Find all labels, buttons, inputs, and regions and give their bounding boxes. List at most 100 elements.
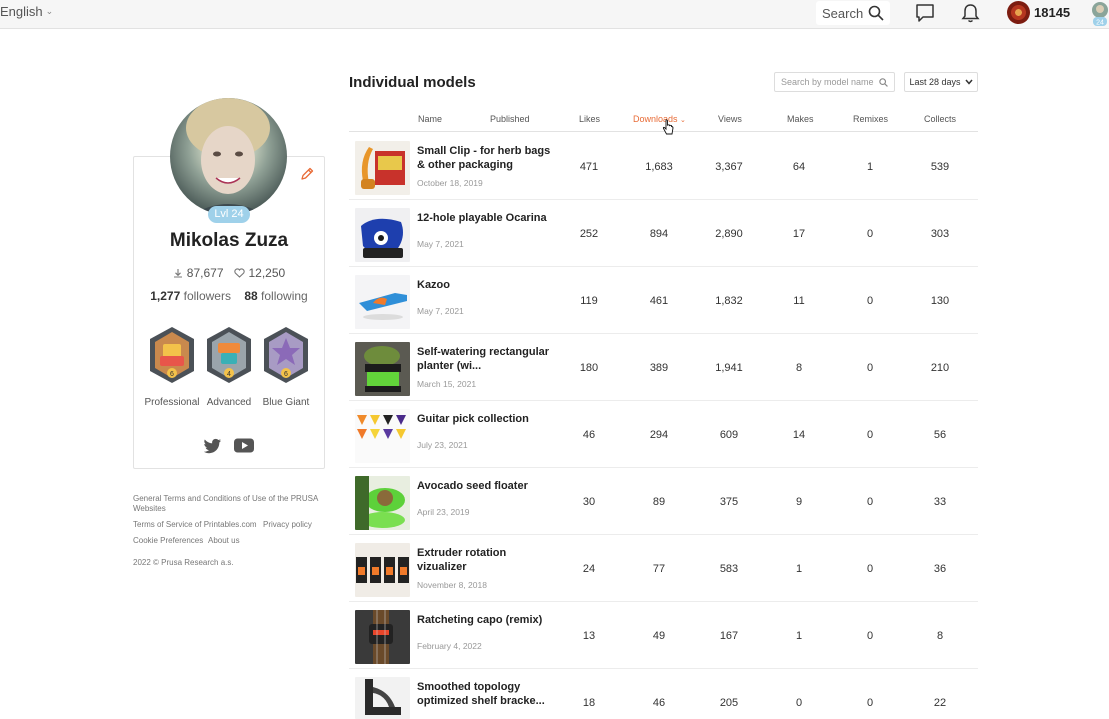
remixes-cell: 0 — [866, 630, 874, 642]
likes-cell: 30 — [582, 496, 596, 508]
table-row[interactable]: Guitar pick collection July 23, 2021 46 … — [349, 401, 978, 468]
search-label: Search — [822, 5, 864, 21]
edit-pencil-icon[interactable] — [300, 167, 314, 181]
date-range-dropdown[interactable]: Last 28 days — [904, 72, 978, 92]
published-date: May 7, 2021 — [417, 239, 464, 249]
model-thumbnail[interactable] — [355, 409, 410, 463]
table-row[interactable]: Ratcheting capo (remix) February 4, 2022… — [349, 602, 978, 669]
table-row[interactable]: Extruder rotation vizualizer November 8,… — [349, 535, 978, 602]
model-search-input[interactable]: Search by model name — [774, 72, 895, 92]
model-thumbnail[interactable] — [355, 208, 410, 262]
model-name-link[interactable]: Smoothed topology optimized shelf bracke… — [417, 680, 557, 708]
youtube-icon[interactable] — [234, 438, 254, 453]
collects-cell: 33 — [933, 496, 947, 508]
downloads-cell: 77 — [652, 563, 666, 575]
views-cell: 1,941 — [715, 362, 743, 374]
column-makes[interactable]: Makes — [787, 114, 814, 124]
model-name-link[interactable]: Extruder rotation vizualizer — [417, 546, 557, 574]
makes-cell: 14 — [792, 429, 806, 441]
cookie-preferences-link[interactable]: Cookie Preferences — [133, 536, 203, 546]
published-date: March 15, 2021 — [417, 379, 477, 389]
model-thumbnail[interactable] — [355, 342, 410, 396]
mini-level-text: 24 — [1096, 20, 1104, 27]
column-name[interactable]: Name — [418, 114, 442, 124]
model-thumbnail[interactable] — [355, 543, 410, 597]
profile-stats: 87,677 12,250 — [133, 266, 325, 280]
column-views[interactable]: Views — [718, 114, 742, 124]
table-row[interactable]: Avocado seed floater April 23, 2019 30 8… — [349, 468, 978, 535]
makes-cell: 8 — [795, 362, 803, 374]
column-published[interactable]: Published — [490, 114, 530, 124]
published-date: April 23, 2019 — [417, 507, 470, 517]
table-row[interactable]: Kazoo May 7, 2021 119 461 1,832 11 0 130 — [349, 267, 978, 334]
published-date: July 23, 2021 — [417, 440, 468, 450]
column-remixes[interactable]: Remixes — [853, 114, 888, 124]
user-avatar[interactable] — [1007, 1, 1030, 24]
profile-avatar — [170, 98, 287, 215]
remixes-cell: 0 — [866, 295, 874, 307]
likes-cell: 180 — [579, 362, 599, 374]
downloads-cell: 294 — [649, 429, 669, 441]
column-collects[interactable]: Collects — [924, 114, 956, 124]
user-level-avatar[interactable]: 24 — [1091, 1, 1109, 27]
makes-cell: 1 — [795, 630, 803, 642]
model-name-link[interactable]: Ratcheting capo (remix) — [417, 613, 557, 627]
search-icon — [868, 5, 884, 21]
likes-cell: 24 — [582, 563, 596, 575]
global-search-button[interactable]: Search — [816, 1, 890, 25]
points-counter: 18145 — [1034, 5, 1071, 20]
likes-cell: 18 — [582, 697, 596, 709]
copyright-text: 2022 © Prusa Research a.s. — [133, 558, 234, 567]
followers-link[interactable]: 1,277 followers — [150, 289, 231, 303]
published-date: February 4, 2022 — [417, 641, 482, 651]
heart-icon — [233, 268, 245, 278]
likes-cell: 119 — [580, 295, 598, 307]
badge-advanced-icon[interactable]: 4 — [205, 326, 253, 384]
following-link[interactable]: 88 following — [244, 289, 307, 303]
model-name-link[interactable]: Small Clip - for herb bags & other packa… — [417, 144, 557, 172]
about-link[interactable]: About us — [208, 536, 240, 546]
privacy-link[interactable]: Privacy policy — [263, 520, 312, 530]
published-date: October 18, 2019 — [417, 178, 483, 188]
table-row[interactable]: Smoothed topology optimized shelf bracke… — [349, 669, 978, 719]
remixes-cell: 1 — [866, 161, 874, 173]
twitter-icon[interactable] — [204, 438, 222, 454]
remixes-cell: 0 — [866, 563, 874, 575]
search-placeholder: Search by model name — [781, 77, 874, 87]
model-thumbnail[interactable] — [355, 476, 410, 530]
model-name-link[interactable]: Avocado seed floater — [417, 479, 557, 493]
model-thumbnail[interactable] — [355, 141, 410, 195]
likes-cell: 252 — [579, 228, 599, 240]
search-icon — [879, 77, 888, 87]
model-name-link[interactable]: 12-hole playable Ocarina — [417, 211, 557, 225]
table-row[interactable]: Small Clip - for herb bags & other packa… — [349, 133, 978, 200]
likes-count: 12,250 — [248, 266, 286, 280]
language-selector[interactable]: English ⌄ — [0, 4, 53, 19]
badge-professional-icon[interactable]: 6 — [148, 326, 196, 384]
table-row[interactable]: Self-watering rectangular planter (wi...… — [349, 334, 978, 401]
table-row[interactable]: 12-hole playable Ocarina May 7, 2021 252… — [349, 200, 978, 267]
column-likes[interactable]: Likes — [579, 114, 600, 124]
model-thumbnail[interactable] — [355, 275, 410, 329]
tos-link[interactable]: Terms of Service of Printables.com — [133, 520, 257, 530]
model-name-link[interactable]: Kazoo — [417, 278, 557, 292]
terms-link[interactable]: General Terms and Conditions of Use of t… — [133, 494, 323, 514]
collects-cell: 130 — [930, 295, 950, 307]
model-name-link[interactable]: Self-watering rectangular planter (wi... — [417, 345, 557, 373]
remixes-cell: 0 — [866, 429, 874, 441]
bell-icon[interactable] — [961, 3, 980, 23]
model-name-link[interactable]: Guitar pick collection — [417, 412, 557, 426]
published-date: May 7, 2021 — [417, 306, 464, 316]
chevron-down-icon: ⌄ — [45, 6, 54, 16]
model-thumbnail[interactable] — [355, 610, 410, 664]
column-downloads[interactable]: Downloads ⌄ — [633, 114, 686, 124]
badge-blue-giant-icon[interactable]: 6 — [262, 326, 310, 384]
views-cell: 583 — [719, 563, 739, 575]
top-bar: English ⌄ Search 18145 24 — [0, 0, 1109, 29]
downloads-cell: 49 — [652, 630, 666, 642]
chat-icon[interactable] — [915, 3, 935, 23]
profile-name: Mikolas Zuza — [169, 230, 289, 251]
views-cell: 3,367 — [715, 161, 743, 173]
badge-label-blue-giant: Blue Giant — [262, 397, 310, 408]
model-thumbnail[interactable] — [355, 677, 410, 719]
